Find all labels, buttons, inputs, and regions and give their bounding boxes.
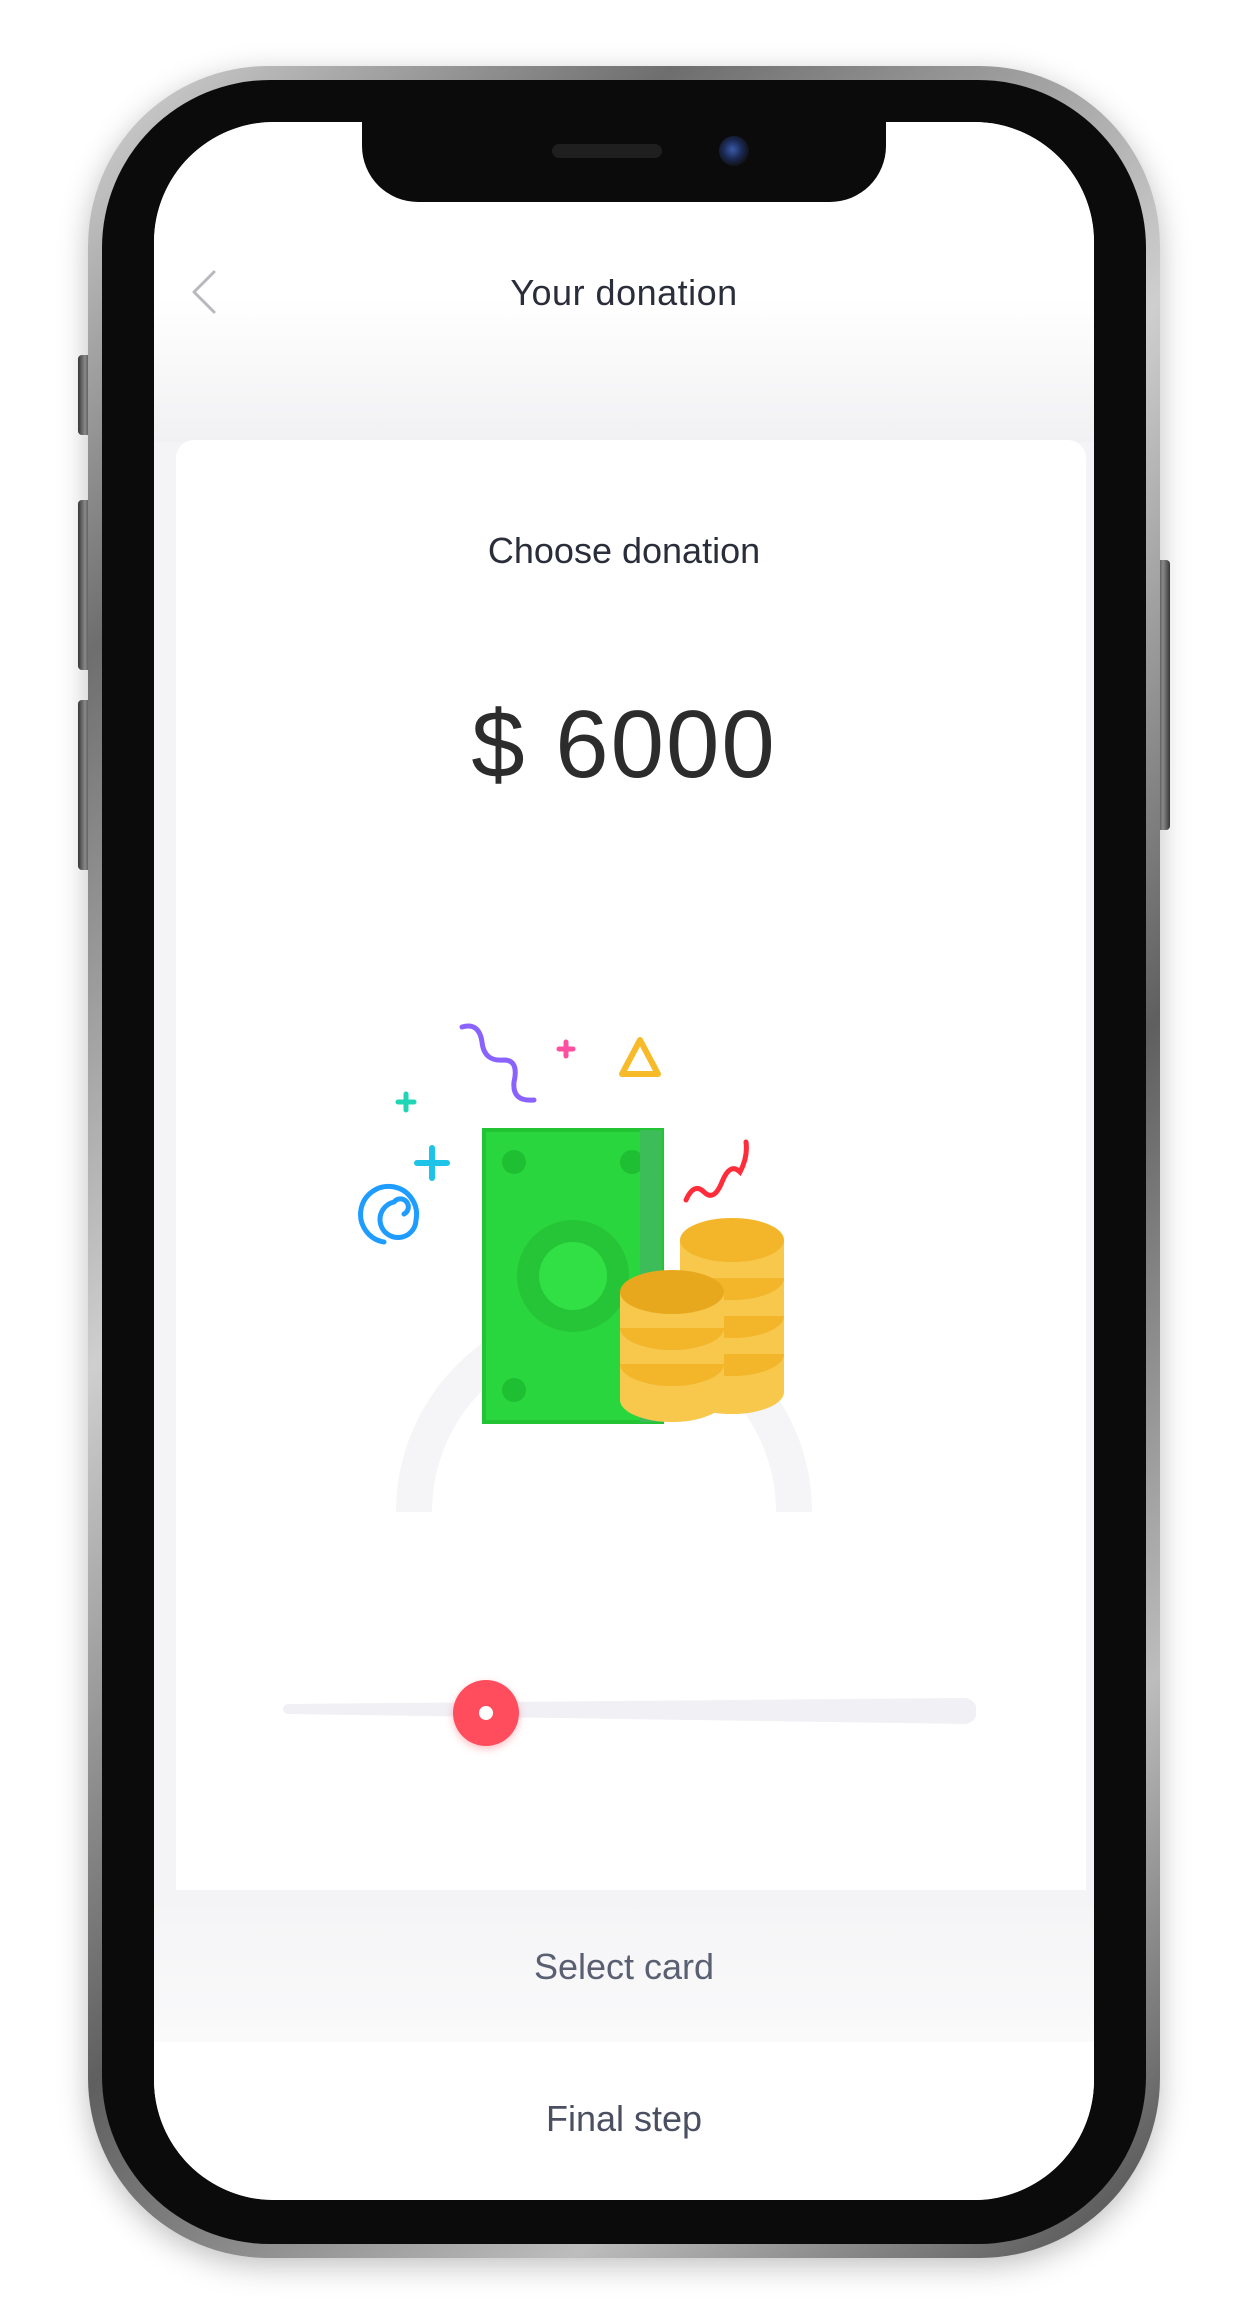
- coin-stack-front: [620, 1270, 724, 1422]
- phone-screen: Your donation Choose donation $ 6000 Sel…: [154, 122, 1094, 2200]
- bill-corner-dot: [502, 1150, 526, 1174]
- purple-squiggle: [459, 1023, 537, 1103]
- select-card-step[interactable]: Select card: [154, 1892, 1094, 2042]
- slider-thumb[interactable]: [453, 1680, 519, 1746]
- page: Your donation Choose donation $ 6000 Sel…: [0, 0, 1245, 2322]
- yellow-triangle: [619, 1037, 661, 1077]
- red-squiggle: [683, 1139, 749, 1203]
- front-camera: [719, 136, 749, 166]
- speaker-grille: [552, 144, 662, 158]
- bill-corner-dot: [502, 1378, 526, 1402]
- final-step[interactable]: Final step: [154, 2042, 1094, 2200]
- teal-plus-small: [395, 1091, 417, 1113]
- slider-track: [283, 1698, 976, 1724]
- donation-slider[interactable]: [276, 1680, 976, 1746]
- select-card-label: Select card: [533, 1946, 715, 1987]
- choose-donation-heading: Choose donation: [487, 530, 761, 571]
- final-step-label: Final step: [545, 2098, 703, 2139]
- blue-spiral: [358, 1183, 420, 1245]
- pink-plus: [556, 1039, 576, 1059]
- bill-center-inner: [539, 1242, 607, 1310]
- page-title: Your donation: [510, 272, 738, 313]
- money-coins-illustration: [358, 1023, 812, 1513]
- donation-amount: $ 6000: [471, 691, 777, 798]
- cyan-plus: [414, 1145, 450, 1181]
- phone-notch: [362, 122, 886, 202]
